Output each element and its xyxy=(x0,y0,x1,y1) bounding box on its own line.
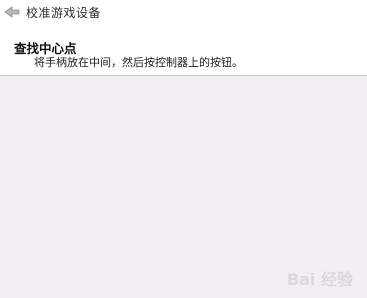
instruction-text: 将手柄放在中间，然后按控制器上的按钮。 xyxy=(34,56,243,69)
back-button[interactable] xyxy=(2,3,22,21)
title-bar: 校准游戏设备 xyxy=(0,0,367,24)
back-arrow-icon xyxy=(4,6,20,18)
window-title: 校准游戏设备 xyxy=(26,5,102,20)
watermark-text: Bai 经验 xyxy=(286,270,353,289)
calibration-window: 校准游戏设备 查找中心点 将手柄放在中间，然后按控制器上的按钮。 Bai 经验 xyxy=(0,0,367,298)
calibration-content-area: Bai 经验 xyxy=(0,76,367,298)
watermark: Bai 经验 xyxy=(287,266,353,290)
header-panel: 查找中心点 将手柄放在中间，然后按控制器上的按钮。 xyxy=(0,24,367,76)
